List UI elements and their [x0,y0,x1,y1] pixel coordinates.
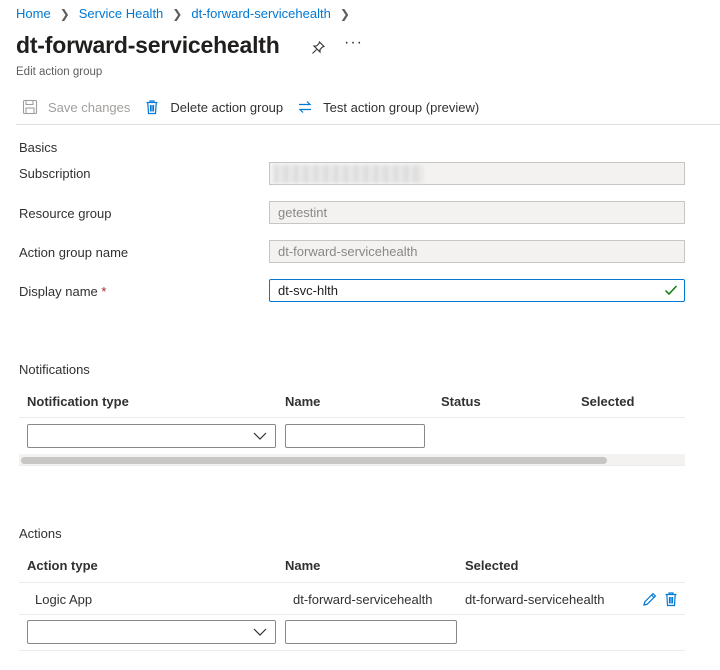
notification-selected-header: Selected [581,394,635,409]
scrollbar-thumb[interactable] [21,457,607,464]
page-title: dt-forward-servicehealth [16,32,280,58]
basics-heading: Basics [19,140,58,155]
chevron-down-icon [253,628,267,636]
actions-row-divider [19,614,685,615]
breadcrumb-chevron-icon: ❯ [172,6,183,21]
swap-arrows-icon [297,99,313,115]
command-bar: Save changes Delete action group Test ac… [22,96,493,118]
trash-icon [144,99,160,115]
actions-heading: Actions [19,526,62,541]
action-name-header: Name [285,558,321,573]
action-type-dropdown[interactable] [27,620,276,644]
display-name-input[interactable]: dt-svc-hlth [269,279,685,302]
delete-action-group-label: Delete action group [170,99,284,115]
save-button-label: Save changes [48,99,131,115]
notification-name-input[interactable] [285,424,425,448]
toolbar-divider [16,124,720,125]
actions-header-divider [19,582,685,583]
action-group-name-field: dt-forward-servicehealth [269,240,685,263]
resource-group-label: Resource group [19,206,112,221]
save-button[interactable]: Save changes [22,99,130,115]
breadcrumb-service-health[interactable]: Service Health [79,6,164,21]
action-row-type: Logic App [35,592,93,607]
display-name-value: dt-svc-hlth [278,283,338,298]
notification-status-header: Status [441,394,481,409]
notification-type-dropdown[interactable] [27,424,276,448]
notifications-heading: Notifications [19,362,90,377]
action-row-name: dt-forward-servicehealth [293,592,433,607]
notifications-horizontal-scrollbar[interactable] [19,454,685,466]
required-marker: * [101,284,107,299]
breadcrumb-home[interactable]: Home [16,6,51,21]
action-row-selected: dt-forward-servicehealth [465,592,605,607]
chevron-down-icon [253,432,267,440]
redacted-subscription [273,165,423,183]
notification-type-header: Notification type [27,394,129,409]
action-group-name-label: Action group name [19,245,129,260]
breadcrumb-chevron-icon: ❯ [339,6,350,21]
notifications-header-divider [19,417,685,418]
actions-bottom-divider [19,650,685,651]
pencil-icon[interactable] [642,591,658,607]
resource-group-field: getestint [269,201,685,224]
notification-name-header: Name [285,394,321,409]
breadcrumb-action-group[interactable]: dt-forward-servicehealth [191,6,330,21]
test-action-group-label: Test action group (preview) [323,99,480,115]
action-type-header: Action type [27,558,98,573]
action-name-input[interactable] [285,620,457,644]
display-name-label-text: Display name [19,284,98,299]
display-name-label: Display name * [19,284,106,299]
subscription-field [269,162,685,185]
delete-action-group-button[interactable]: Delete action group [144,99,283,115]
test-action-group-button[interactable]: Test action group (preview) [297,99,479,115]
subscription-label: Subscription [19,166,91,181]
breadcrumb-chevron-icon: ❯ [59,6,70,21]
save-icon [22,99,38,115]
pin-icon[interactable] [310,40,326,56]
breadcrumb: Home ❯ Service Health ❯ dt-forward-servi… [16,6,359,21]
action-selected-header: Selected [465,558,519,573]
more-options-icon[interactable]: ··· [344,34,363,52]
page-subtitle: Edit action group [16,66,103,78]
trash-icon[interactable] [663,591,679,607]
checkmark-icon [664,285,678,296]
